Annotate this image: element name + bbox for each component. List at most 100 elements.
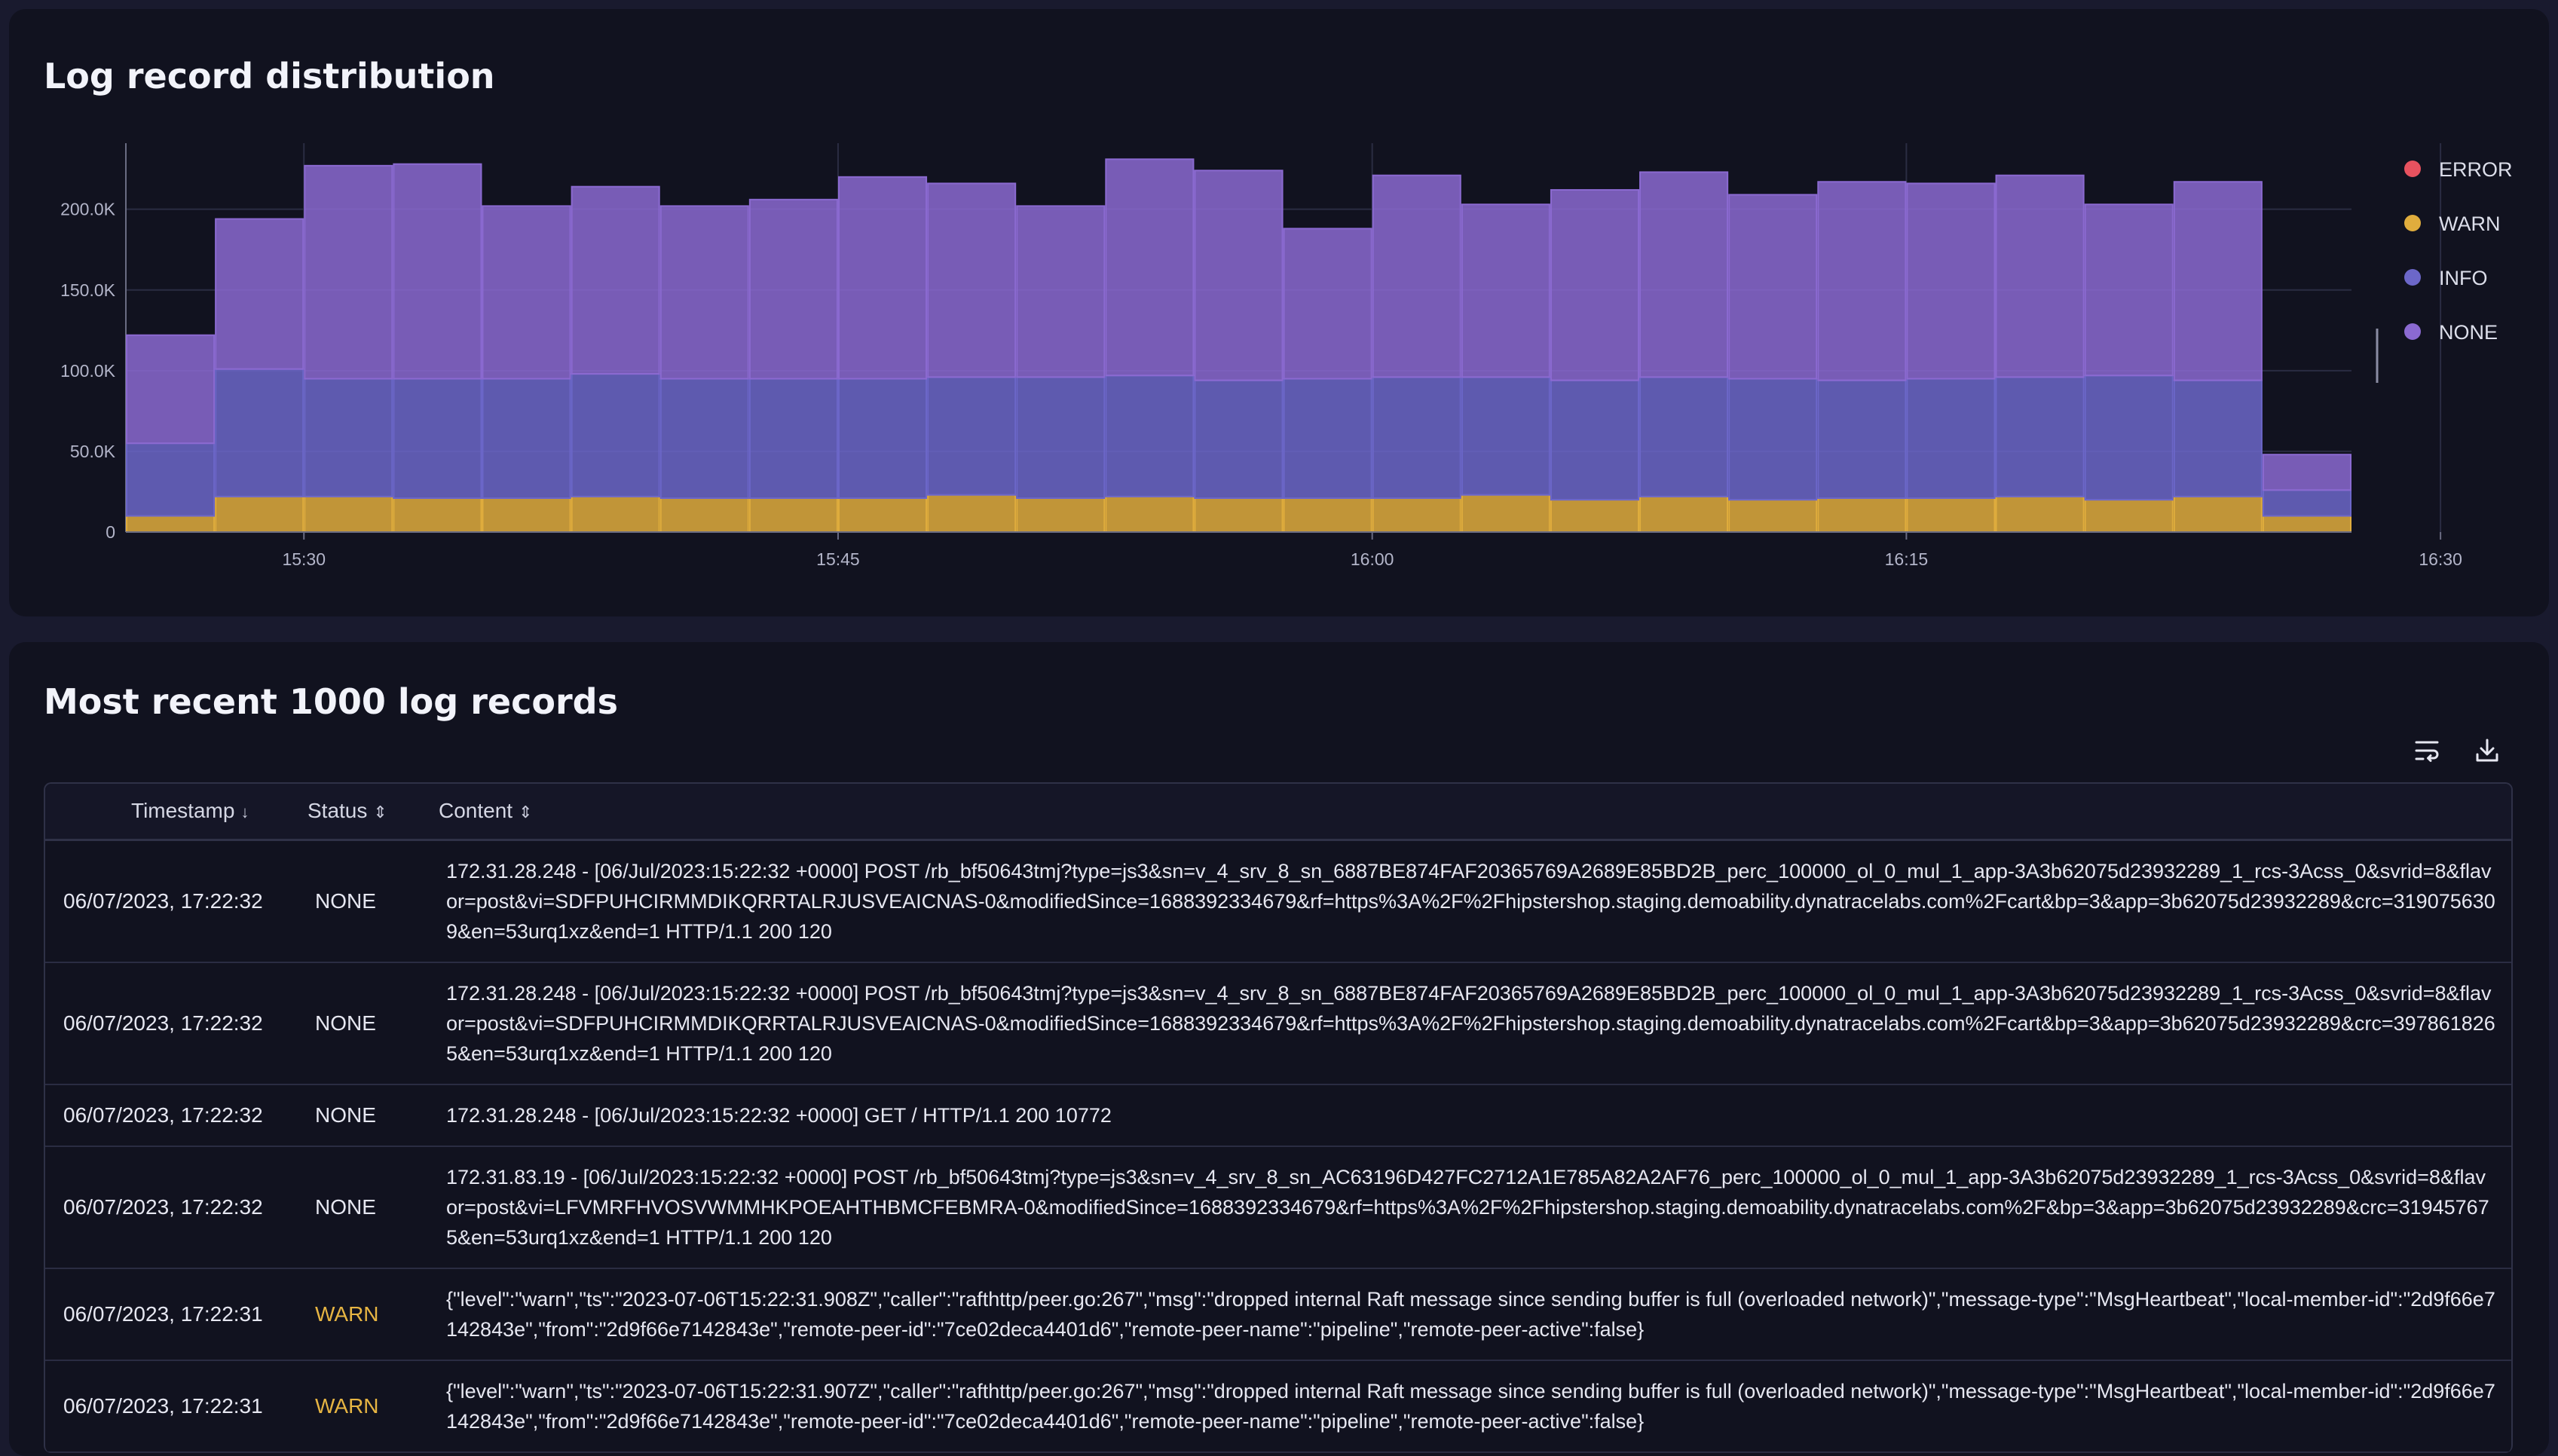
table-row[interactable]: 06/07/2023, 17:22:32 NONE 172.31.28.248 - … (45, 1085, 2511, 1147)
bar-segment-info[interactable] (482, 378, 571, 500)
bar-segment-info[interactable] (837, 378, 928, 500)
bar-segment-info[interactable] (2173, 379, 2263, 497)
bar-segment-info[interactable] (393, 378, 482, 500)
legend-swatch (2404, 161, 2421, 177)
bar-segment-warn[interactable] (1461, 494, 1550, 533)
bar-segment-info[interactable] (748, 378, 838, 500)
legend-item-error[interactable]: ERROR (2404, 158, 2513, 181)
bar-segment-none[interactable] (1995, 174, 2085, 378)
legend-label: NONE (2439, 321, 2498, 344)
bar-segment-none[interactable] (571, 185, 660, 375)
bar-segment-none[interactable] (304, 164, 393, 380)
bar-segment-warn[interactable] (1728, 499, 1818, 534)
bar-segment-info[interactable] (2084, 375, 2174, 501)
wrap-lines-icon[interactable] (2410, 734, 2443, 767)
bar-segment-none[interactable] (927, 182, 1017, 378)
bar-segment-none[interactable] (1728, 194, 1818, 380)
bar-segment-info[interactable] (1372, 376, 1461, 500)
bar-segment-none[interactable] (1372, 174, 1461, 378)
bar-segment-info[interactable] (1105, 375, 1195, 497)
bar-segment-warn[interactable] (2262, 515, 2351, 533)
bar-segment-none[interactable] (837, 176, 928, 380)
table-row[interactable]: 06/07/2023, 17:22:31 WARN {"level":"warn",… (45, 1269, 2511, 1361)
bar-segment-info[interactable] (1550, 379, 1640, 501)
bar-segment-warn[interactable] (571, 495, 660, 534)
table-row[interactable]: 06/07/2023, 17:22:32 NONE 172.31.28.248 - … (45, 841, 2511, 963)
table-row[interactable]: 06/07/2023, 17:22:32 NONE 172.31.28.248 - … (45, 963, 2511, 1085)
bar-segment-none[interactable] (2084, 203, 2174, 377)
bar-segment-warn[interactable] (1016, 497, 1106, 534)
content-cell: 172.31.83.19 - [06/Jul/2023:15:22:32 +00… (446, 1166, 2489, 1249)
bar-segment-warn[interactable] (393, 497, 482, 534)
bar-segment-warn[interactable] (1105, 495, 1195, 534)
bar-segment-warn[interactable] (2173, 495, 2263, 534)
bar-segment-info[interactable] (126, 442, 216, 517)
x-tick-label: 16:00 (1351, 549, 1394, 569)
bar-segment-info[interactable] (304, 378, 393, 497)
bar-segment-none[interactable] (1105, 158, 1195, 377)
y-tick-label: 200.0K (60, 200, 116, 219)
bar-segment-none[interactable] (1817, 181, 1907, 381)
bar-segment-warn[interactable] (748, 497, 838, 534)
bar-segment-none[interactable] (2262, 454, 2351, 491)
bar-segment-info[interactable] (1016, 376, 1106, 500)
bar-segment-none[interactable] (1461, 203, 1550, 378)
bar-segment-warn[interactable] (1550, 499, 1640, 534)
sort-descending-icon: ↓ (240, 803, 249, 821)
bar-segment-warn[interactable] (126, 515, 216, 533)
bar-segment-info[interactable] (215, 368, 304, 497)
bar-segment-info[interactable] (1728, 378, 1818, 501)
bar-segment-none[interactable] (1906, 182, 1996, 380)
bar-segment-warn[interactable] (1372, 497, 1461, 534)
bar-segment-info[interactable] (1995, 376, 2085, 497)
bar-segment-info[interactable] (2262, 489, 2351, 517)
bar-segment-info[interactable] (659, 378, 749, 500)
column-header-status[interactable]: Status ⇕ (308, 784, 387, 838)
bar-segment-warn[interactable] (482, 497, 571, 534)
bar-segment-info[interactable] (1283, 378, 1372, 500)
download-icon[interactable] (2471, 734, 2504, 767)
bar-segment-none[interactable] (1283, 228, 1372, 380)
table-row[interactable]: 06/07/2023, 17:22:32 NONE 172.31.83.19 - [… (45, 1147, 2511, 1269)
bar-segment-info[interactable] (927, 376, 1017, 496)
bar-segment-warn[interactable] (215, 495, 304, 534)
bar-segment-warn[interactable] (1906, 497, 1996, 534)
bar-segment-info[interactable] (1639, 376, 1729, 497)
bar-segment-warn[interactable] (304, 495, 393, 534)
legend-item-warn[interactable]: WARN (2404, 213, 2501, 235)
legend-item-none[interactable]: NONE (2404, 321, 2498, 344)
timestamp-cell: 06/07/2023, 17:22:31 (63, 1302, 263, 1326)
bar-segment-none[interactable] (659, 205, 749, 380)
bar-segment-none[interactable] (748, 198, 838, 380)
legend-item-info[interactable]: INFO (2404, 267, 2488, 289)
bar-segment-none[interactable] (126, 334, 216, 445)
bar-segment-warn[interactable] (1995, 495, 2085, 534)
column-header-content[interactable]: Content ⇕ (439, 784, 533, 838)
bar-segment-info[interactable] (1194, 379, 1284, 500)
bar-segment-warn[interactable] (1639, 495, 1729, 534)
bar-segment-none[interactable] (2173, 181, 2263, 381)
legend-label: INFO (2439, 267, 2488, 289)
column-header-timestamp[interactable]: Timestamp ↓ (131, 784, 249, 838)
bar-segment-warn[interactable] (1283, 497, 1372, 534)
bar-segment-warn[interactable] (927, 494, 1017, 533)
bar-segment-info[interactable] (571, 373, 660, 497)
bar-segment-none[interactable] (482, 205, 571, 380)
bar-segment-none[interactable] (1194, 170, 1284, 381)
bar-segment-warn[interactable] (2084, 499, 2174, 534)
bar-segment-warn[interactable] (1817, 497, 1907, 534)
content-cell: {"level":"warn","ts":"2023-07-06T15:22:3… (446, 1288, 2495, 1341)
bar-segment-warn[interactable] (837, 497, 928, 534)
bar-segment-warn[interactable] (1194, 497, 1284, 534)
bar-segment-info[interactable] (1906, 378, 1996, 500)
status-cell: NONE (315, 1195, 376, 1219)
bar-segment-warn[interactable] (659, 497, 749, 534)
bar-segment-info[interactable] (1461, 376, 1550, 496)
bar-segment-none[interactable] (393, 163, 482, 380)
bar-segment-none[interactable] (215, 218, 304, 370)
bar-segment-none[interactable] (1639, 171, 1729, 378)
bar-segment-info[interactable] (1817, 379, 1907, 500)
bar-segment-none[interactable] (1016, 205, 1106, 378)
bar-segment-none[interactable] (1550, 188, 1640, 381)
table-row[interactable]: 06/07/2023, 17:22:31 WARN {"level":"warn",… (45, 1361, 2511, 1453)
